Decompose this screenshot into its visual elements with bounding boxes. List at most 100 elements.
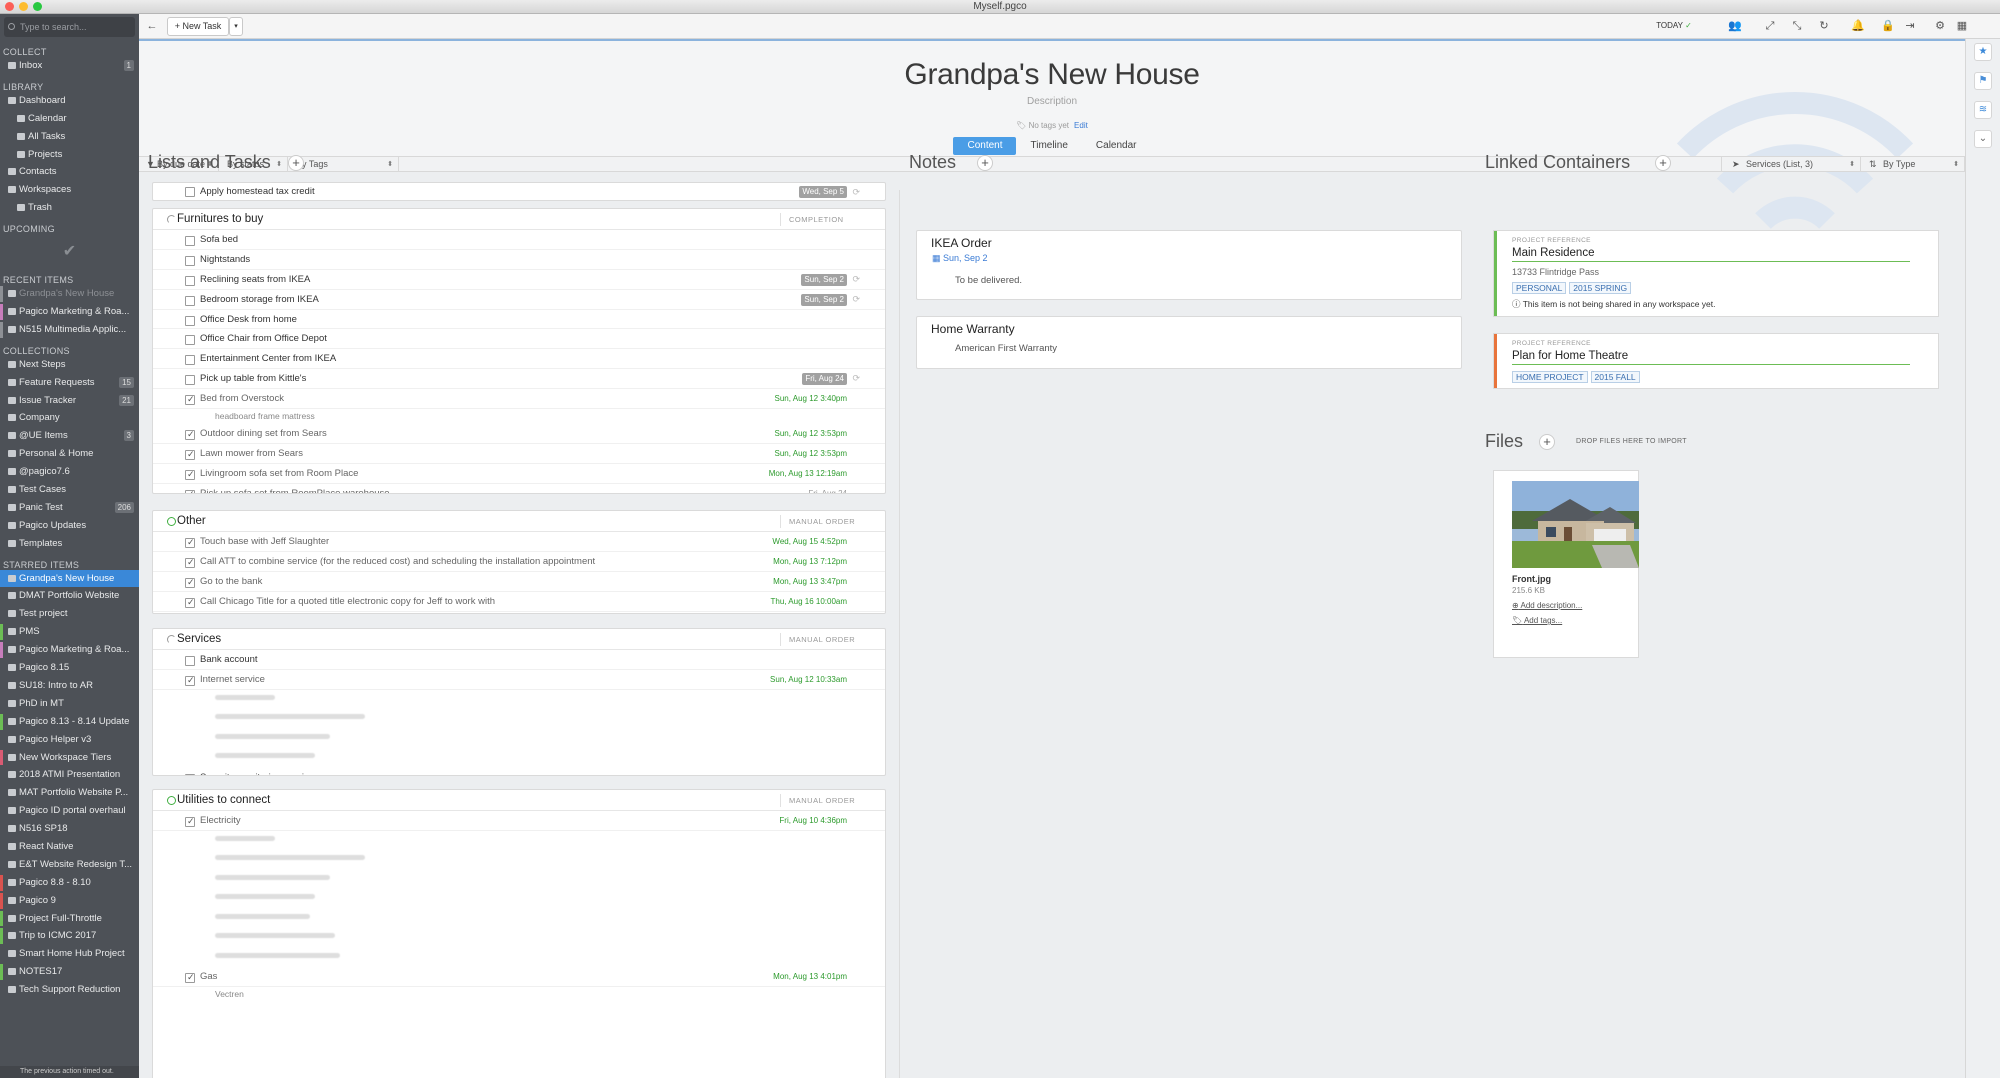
group-sort-selector[interactable]: MANUAL ORDER xyxy=(780,633,880,646)
task-checkbox[interactable] xyxy=(185,573,195,593)
sidebar-item-starred[interactable]: Pagico 9 xyxy=(0,892,139,910)
sidebar-item-collection[interactable]: Feature Requests 15 xyxy=(0,374,139,392)
sidebar-item-starred[interactable]: Project Full-Throttle xyxy=(0,910,139,928)
chevron-down-icon[interactable]: ⌄ xyxy=(1974,130,1992,148)
sidebar-item-starred[interactable]: Pagico 8.15 xyxy=(0,659,139,677)
sidebar-item-all-tasks[interactable]: All Tasks xyxy=(0,128,139,146)
sidebar-item-starred[interactable]: SU18: Intro to AR xyxy=(0,677,139,695)
task-item[interactable]: Call Chicago Title for a quoted title el… xyxy=(153,592,885,613)
task-checkbox[interactable] xyxy=(185,553,195,573)
sidebar-item-starred[interactable]: Pagico Helper v3 xyxy=(0,731,139,749)
sidebar-item-starred[interactable]: Pagico 8.8 - 8.10 xyxy=(0,874,139,892)
sidebar-item-collection[interactable]: Next Steps xyxy=(0,356,139,374)
group-sort-selector[interactable]: COMPLETION xyxy=(780,213,880,226)
linked-card[interactable]: PROJECT REFERENCE Plan for Home Theatre … xyxy=(1493,333,1939,389)
task-checkbox[interactable] xyxy=(185,236,195,246)
file-thumbnail[interactable] xyxy=(1512,481,1639,568)
sidebar-item-workspaces[interactable]: Workspaces xyxy=(0,181,139,199)
sidebar-item-recent[interactable]: Grandpa's New House xyxy=(0,285,139,303)
task-checkbox[interactable] xyxy=(185,671,195,691)
task-item[interactable]: Lawn mower from Sears Sun, Aug 12 3:53pm xyxy=(153,444,885,465)
task-item[interactable]: Outdoor dining set from Sears Sun, Aug 12… xyxy=(153,424,885,445)
task-item[interactable]: Security monitoring service xyxy=(153,768,885,775)
task-item[interactable]: Pick up sofa set from RoomPlace warehous… xyxy=(153,484,885,493)
sidebar-item-collection[interactable]: Test Cases xyxy=(0,481,139,499)
back-arrow-icon[interactable]: ← xyxy=(145,19,159,33)
task-item[interactable]: Sofa bed xyxy=(153,230,885,250)
task-item[interactable]: Bed from Overstock Sun, Aug 12 3:40pm xyxy=(153,389,885,410)
sidebar-item-starred[interactable]: Test project xyxy=(0,605,139,623)
wifi-icon[interactable]: ≋ xyxy=(1974,101,1992,119)
add-description-link[interactable]: ⊕ Add description... xyxy=(1512,601,1582,610)
task-checkbox[interactable] xyxy=(185,375,195,386)
add-list-button[interactable]: + xyxy=(288,155,304,171)
star-icon[interactable]: ★ xyxy=(1974,43,1992,61)
task-group-header[interactable]: Other MANUAL ORDER xyxy=(153,511,885,532)
task-checkbox[interactable] xyxy=(185,533,195,553)
add-note-button[interactable]: + xyxy=(977,155,993,171)
task-item[interactable]: Livingroom sofa set from Room Place Mon, … xyxy=(153,464,885,485)
expand-icon[interactable]: ⤢ xyxy=(1763,19,1777,33)
sidebar-item-collection[interactable]: Issue Tracker 21 xyxy=(0,392,139,410)
collapse-icon[interactable]: ⤡ xyxy=(1790,19,1804,33)
new-task-dropdown[interactable]: ▾ xyxy=(229,17,243,36)
sidebar-item-contacts[interactable]: Contacts xyxy=(0,163,139,181)
task-checkbox[interactable] xyxy=(185,593,195,613)
task-item[interactable]: Apply homestead tax credit Wed, Sep 5 ⟳ xyxy=(153,183,885,201)
sidebar-item-collection[interactable]: @pagico7.6 xyxy=(0,463,139,481)
task-item[interactable]: Entertainment Center from IKEA xyxy=(153,349,885,370)
task-item[interactable]: Bank account xyxy=(153,650,885,670)
sidebar-item-dashboard[interactable]: Dashboard xyxy=(0,92,139,110)
tab-content[interactable]: Content xyxy=(953,137,1017,155)
task-checkbox[interactable] xyxy=(185,390,195,410)
sidebar-item-starred[interactable]: Trip to ICMC 2017 xyxy=(0,927,139,945)
project-description[interactable]: Description xyxy=(139,96,1965,107)
sidebar-item-starred[interactable]: React Native xyxy=(0,838,139,856)
page-title[interactable]: Grandpa's New House xyxy=(139,58,1965,92)
task-checkbox[interactable] xyxy=(185,335,195,346)
sidebar-item-starred[interactable]: Grandpa's New House xyxy=(0,569,139,588)
task-checkbox[interactable] xyxy=(185,355,195,366)
sidebar-item-collection[interactable]: @UE Items 3 xyxy=(0,427,139,445)
note-card[interactable]: Home Warranty American First Warranty xyxy=(916,316,1462,369)
add-linked-button[interactable]: + xyxy=(1655,155,1671,171)
task-item[interactable]: Go to the bank Mon, Aug 13 3:47pm xyxy=(153,572,885,593)
new-task-button[interactable]: + New Task xyxy=(167,17,229,36)
flag-icon[interactable]: ⚑ xyxy=(1974,72,1992,90)
sidebar-item-starred[interactable]: DMAT Portfolio Website xyxy=(0,587,139,605)
filter-by-type[interactable]: ⇅ By Type ⬍ xyxy=(1861,157,1965,172)
sidebar-item-inbox[interactable]: Inbox 1 xyxy=(0,57,139,75)
task-checkbox[interactable] xyxy=(185,315,195,326)
task-checkbox[interactable] xyxy=(185,485,195,493)
sidebar-item-starred[interactable]: Pagico 8.13 - 8.14 Update xyxy=(0,713,139,731)
lock-icon[interactable]: 🔒 xyxy=(1881,19,1895,33)
sidebar-item-calendar[interactable]: Calendar xyxy=(0,110,139,128)
task-checkbox[interactable] xyxy=(185,656,195,666)
close-window-button[interactable] xyxy=(5,2,14,11)
task-checkbox[interactable] xyxy=(185,425,195,445)
note-card[interactable]: IKEA Order ▦ Sun, Sep 2 To be delivered. xyxy=(916,230,1462,300)
task-item[interactable]: Nightstands xyxy=(153,250,885,270)
people-icon[interactable]: 👥 xyxy=(1720,19,1750,33)
task-checkbox[interactable] xyxy=(185,968,195,988)
sidebar-item-collection[interactable]: Panic Test 206 xyxy=(0,499,139,517)
tab-timeline[interactable]: Timeline xyxy=(1016,137,1081,155)
task-item[interactable]: Touch base with Jeff Slaughter Wed, Aug 1… xyxy=(153,532,885,553)
task-item[interactable]: Pick up table from Kittle's Fri, Aug 24 ⟳ xyxy=(153,369,885,390)
sidebar-item-collection[interactable]: Templates xyxy=(0,535,139,553)
task-group-header[interactable]: Utilities to connect MANUAL ORDER xyxy=(153,790,885,811)
edit-tags-link[interactable]: Edit xyxy=(1074,121,1088,130)
sidebar-item-collection[interactable]: Company xyxy=(0,409,139,427)
gear-icon[interactable]: ⚙ xyxy=(1933,19,1947,33)
sidebar-item-recent[interactable]: N515 Multimedia Applic... xyxy=(0,321,139,339)
today-button[interactable]: TODAY ✓ xyxy=(1651,19,1697,33)
task-item[interactable]: Reclining seats from IKEA Sun, Sep 2 ⟳ xyxy=(153,270,885,290)
sync-icon[interactable]: ↻ xyxy=(1817,19,1831,33)
minimize-window-button[interactable] xyxy=(19,2,28,11)
sidebar-item-starred[interactable]: Pagico ID portal overhaul xyxy=(0,802,139,820)
task-checkbox[interactable] xyxy=(185,275,195,286)
sidebar-item-starred[interactable]: 2018 ATMI Presentation xyxy=(0,766,139,784)
task-checkbox[interactable] xyxy=(185,812,195,832)
task-item[interactable]: Call ATT to combine service (for the red… xyxy=(153,552,885,573)
add-file-button[interactable]: + xyxy=(1539,434,1555,450)
